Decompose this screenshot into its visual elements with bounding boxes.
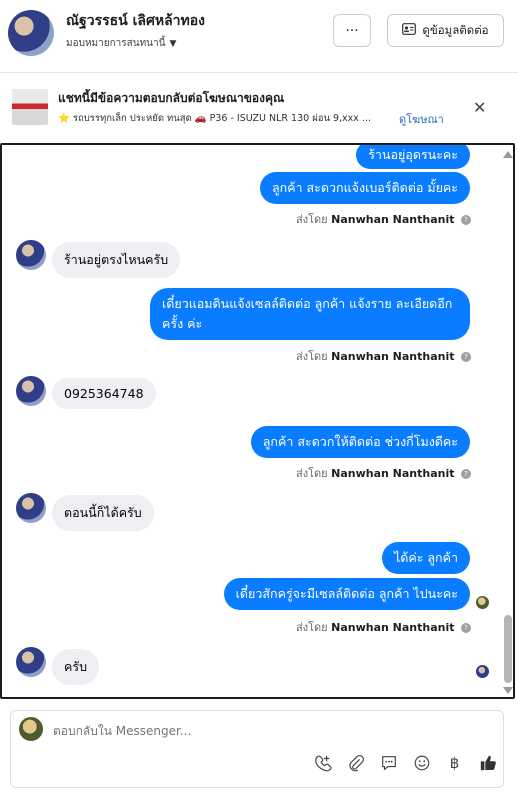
conversation-header: ณัฐวรรธน์ เลิศหล้าทอง มอบหมายการสนทนานี้… xyxy=(0,0,518,70)
contact-card-icon xyxy=(402,23,417,38)
close-icon[interactable]: ✕ xyxy=(473,98,486,117)
info-icon[interactable]: ? xyxy=(461,623,471,633)
sender-name: Nanwhan Nanthanit xyxy=(331,467,455,480)
ad-banner-title: แชทนี้มีข้อความตอบกลับต่อโฆษณาของคุณ xyxy=(58,91,285,105)
emoji-icon[interactable] xyxy=(412,753,431,772)
sender-name: Nanwhan Nanthanit xyxy=(331,621,455,634)
info-icon[interactable]: ? xyxy=(461,469,471,479)
sender-name: Nanwhan Nanthanit xyxy=(331,213,455,226)
page-avatar xyxy=(19,717,43,741)
sent-by-label: ส่งโดย Nanwhan Nanthanit ? xyxy=(296,210,471,228)
sent-by-label: ส่งโดย Nanwhan Nanthanit ? xyxy=(296,618,471,636)
sent-by-label: ส่งโดย Nanwhan Nanthanit ? xyxy=(296,464,471,482)
sent-by-prefix: ส่งโดย xyxy=(296,350,328,363)
outgoing-message: เดี๋ยวแอมดินแจ้งเซลล์ติดต่อ ลูกค้า แจ้งร… xyxy=(150,288,470,340)
view-contact-label: ดูข้อมูลติดต่อ xyxy=(422,22,489,37)
seen-avatar xyxy=(476,665,489,678)
message-thread[interactable]: ร้านอยู่อุดรนะคะ ลูกค้า สะดวกแจ้งเบอร์ติ… xyxy=(0,143,515,699)
reply-input[interactable] xyxy=(53,724,353,738)
ad-reply-banner: แชทนี้มีข้อความตอบกลับต่อโฆษณาของคุณ ⭐ ร… xyxy=(0,72,518,142)
reply-composer: ฿ xyxy=(10,710,504,788)
composer-toolbar: ฿ xyxy=(313,753,497,772)
saved-reply-icon[interactable] xyxy=(379,753,398,772)
outgoing-message: เดี๋ยวสักครู่จะมีเซลล์ติดต่อ ลูกค้า ไปนะ… xyxy=(223,578,470,610)
payment-icon[interactable]: ฿ xyxy=(445,753,464,772)
incoming-message: ร้านอยู่ตรงไหนครับ xyxy=(52,242,181,278)
call-add-icon[interactable] xyxy=(313,753,332,772)
outgoing-message: ลูกค้า สะดวกให้ติดต่อ ช่วงกี่โมงดีคะ xyxy=(250,426,470,458)
incoming-message: 0925364748 xyxy=(52,378,156,409)
chevron-down-icon: ▼ xyxy=(169,38,177,49)
seen-avatar xyxy=(476,596,489,609)
contact-avatar-small[interactable] xyxy=(16,240,46,270)
incoming-message: ตอนนี้ก็ได้ครับ xyxy=(52,495,154,531)
view-contact-button[interactable]: ดูข้อมูลติดต่อ xyxy=(387,14,504,47)
contact-avatar-small[interactable] xyxy=(16,376,46,406)
attachment-icon[interactable] xyxy=(346,753,365,772)
contact-avatar[interactable] xyxy=(8,10,54,56)
outgoing-message: ได้ค่ะ ลูกค้า xyxy=(381,542,470,574)
sent-by-label: ส่งโดย Nanwhan Nanthanit ? xyxy=(296,347,471,365)
thumbs-up-icon[interactable] xyxy=(478,753,497,772)
outgoing-message: ร้านอยู่อุดรนะคะ xyxy=(356,145,470,169)
sent-by-prefix: ส่งโดย xyxy=(296,213,328,226)
contact-avatar-small[interactable] xyxy=(16,493,46,523)
incoming-message: ครับ xyxy=(52,649,100,685)
info-icon[interactable]: ? xyxy=(461,215,471,225)
scrollbar-thumb[interactable] xyxy=(504,615,512,683)
contact-name[interactable]: ณัฐวรรธน์ เลิศหล้าทอง xyxy=(66,10,205,32)
ad-thumbnail xyxy=(12,89,48,125)
scroll-down-arrow-icon[interactable] xyxy=(503,687,513,694)
assign-conversation[interactable]: มอบหมายการสนทนานี้ ▼ xyxy=(66,36,176,51)
scroll-up-arrow-icon[interactable] xyxy=(503,151,513,158)
sent-by-prefix: ส่งโดย xyxy=(296,621,328,634)
ad-banner-description: ⭐ รถบรรทุกเล็ก ประหยัด ทนสุด 🚗 P36 - ISU… xyxy=(58,113,371,124)
more-options-button[interactable]: ··· xyxy=(333,14,371,47)
sent-by-prefix: ส่งโดย xyxy=(296,467,328,480)
outgoing-message: ลูกค้า สะดวกแจ้งเบอร์ติดต่อ มั้ยคะ xyxy=(259,172,470,204)
sender-name: Nanwhan Nanthanit xyxy=(331,350,455,363)
contact-avatar-small[interactable] xyxy=(16,647,46,677)
info-icon[interactable]: ? xyxy=(461,352,471,362)
assign-label: มอบหมายการสนทนานี้ xyxy=(66,38,166,49)
view-ad-link[interactable]: ดูโฆษณา xyxy=(399,110,444,128)
